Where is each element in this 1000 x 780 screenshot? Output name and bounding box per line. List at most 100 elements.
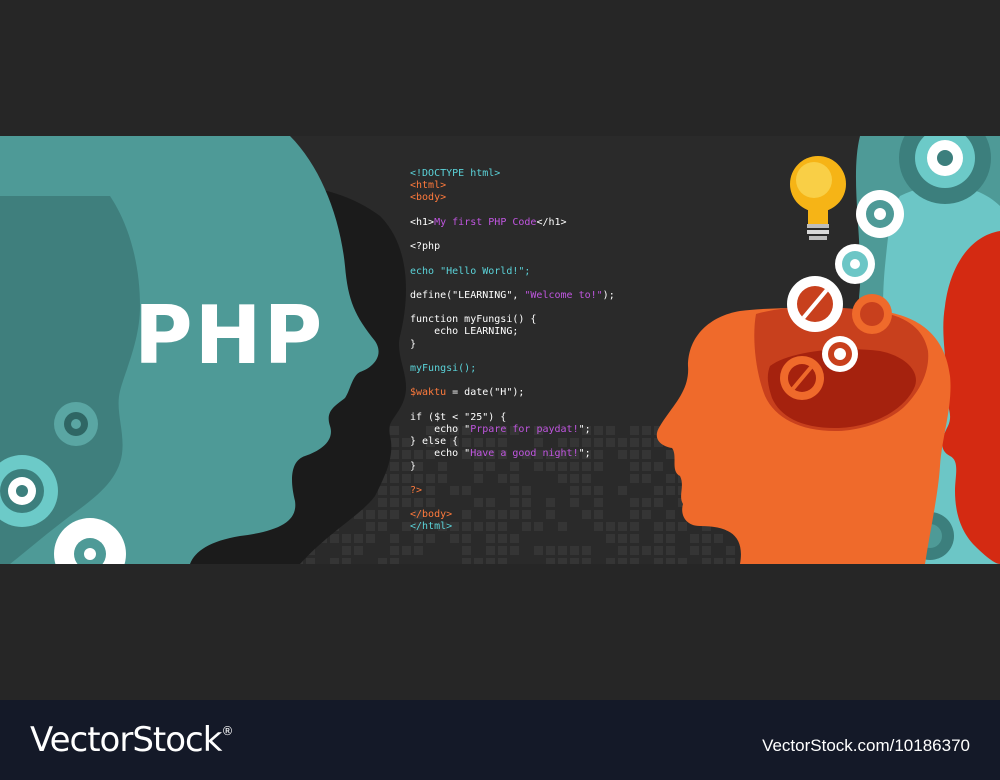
- pixel-square: [630, 462, 639, 471]
- watermark-footer: VectorStock® VectorStock.com/10186370: [0, 700, 1000, 780]
- pixel-square: [498, 558, 507, 564]
- pixel-square: [654, 546, 663, 555]
- pixel-square: [642, 438, 651, 447]
- code-line: <h1>My first PHP Code</h1>: [410, 217, 615, 229]
- pixel-square: [726, 546, 735, 555]
- pixel-square: [666, 474, 675, 483]
- php-title: PHP: [134, 289, 325, 382]
- pixel-square: [378, 558, 387, 564]
- pixel-square: [618, 450, 627, 459]
- code-token: Have a good night!: [470, 448, 579, 460]
- pixel-square: [630, 534, 639, 543]
- pixel-square: [342, 534, 351, 543]
- pixel-square: [498, 534, 507, 543]
- pixel-square: [510, 546, 519, 555]
- pixel-square: [354, 546, 363, 555]
- pixel-square: [630, 546, 639, 555]
- pixel-square: [642, 462, 651, 471]
- pixel-square: [642, 546, 651, 555]
- pixel-square: [378, 522, 387, 531]
- php-banner: PHP <!DOCTYPE html> <html> <body> <h1>My fi…: [0, 136, 1000, 564]
- pixel-square: [498, 546, 507, 555]
- code-token: echo ": [410, 448, 471, 460]
- pixel-square: [462, 558, 471, 564]
- code-line: echo LEARNING;: [410, 326, 519, 338]
- pixel-square: [726, 558, 735, 564]
- pixel-square: [618, 522, 627, 531]
- pixel-square: [642, 498, 651, 507]
- pixel-square: [654, 498, 663, 507]
- brand-name: VectorStock: [30, 720, 222, 760]
- gear-icon: [787, 276, 843, 332]
- code-line: myFungsi();: [410, 363, 477, 374]
- pixel-square: [654, 522, 663, 531]
- code-line: }: [410, 338, 417, 350]
- pixel-square: [390, 498, 399, 507]
- code-line: }: [410, 460, 417, 472]
- pixel-square: [654, 558, 663, 564]
- pixel-square: [690, 546, 699, 555]
- code-line: ?>: [410, 484, 423, 496]
- pixel-square: [618, 438, 627, 447]
- code-line: </body>: [410, 509, 453, 521]
- pixel-square: [462, 546, 471, 555]
- gear-icon: [54, 402, 98, 446]
- pixel-square: [630, 426, 639, 435]
- code-line: <html>: [410, 180, 447, 192]
- illustration-stage: PHP <!DOCTYPE html> <html> <body> <h1>My fi…: [0, 0, 1000, 700]
- code-line: <body>: [410, 192, 447, 204]
- pixel-square: [378, 510, 387, 519]
- pixel-square: [702, 534, 711, 543]
- pixel-square: [450, 534, 459, 543]
- pixel-square: [702, 546, 711, 555]
- pixel-square: [546, 558, 555, 564]
- pixel-square: [642, 426, 651, 435]
- pixel-square: [630, 438, 639, 447]
- code-token: </h1>: [536, 216, 567, 228]
- pixel-square: [642, 510, 651, 519]
- code-line: } else {: [410, 436, 459, 448]
- pixel-square: [354, 534, 363, 543]
- pixel-square: [666, 558, 675, 564]
- pixel-square: [606, 534, 615, 543]
- pixel-square: [714, 534, 723, 543]
- pixel-square: [558, 558, 567, 564]
- pixel-square: [666, 546, 675, 555]
- code-token: $waktu: [410, 387, 447, 399]
- pixel-square: [342, 546, 351, 555]
- pixel-square: [510, 534, 519, 543]
- pixel-square: [630, 474, 639, 483]
- code-token: <h1>: [410, 216, 435, 228]
- gear-icon: [822, 336, 858, 372]
- pixel-square: [666, 534, 675, 543]
- code-token: ";: [578, 423, 591, 435]
- pixel-square: [390, 450, 399, 459]
- pixel-square: [414, 546, 423, 555]
- pixel-square: [582, 558, 591, 564]
- code-token: echo ": [410, 423, 471, 435]
- pixel-square: [582, 546, 591, 555]
- pixel-square: [390, 546, 399, 555]
- pixel-square: [654, 462, 663, 471]
- pixel-square: [678, 522, 687, 531]
- pixel-square: [630, 558, 639, 564]
- pixel-square: [378, 498, 387, 507]
- code-token: define("LEARNING",: [410, 289, 525, 301]
- registered-mark: ®: [221, 724, 233, 738]
- pixel-square: [534, 546, 543, 555]
- pixel-square: [390, 462, 399, 471]
- pixel-square: [486, 546, 495, 555]
- code-line: function myFungsi() {: [410, 314, 537, 326]
- pixel-square: [402, 546, 411, 555]
- pixel-square: [330, 534, 339, 543]
- php-code-block: <!DOCTYPE html> <html> <body> <h1>My first …: [410, 168, 615, 534]
- pixel-square: [606, 558, 615, 564]
- code-token: ";: [578, 448, 591, 460]
